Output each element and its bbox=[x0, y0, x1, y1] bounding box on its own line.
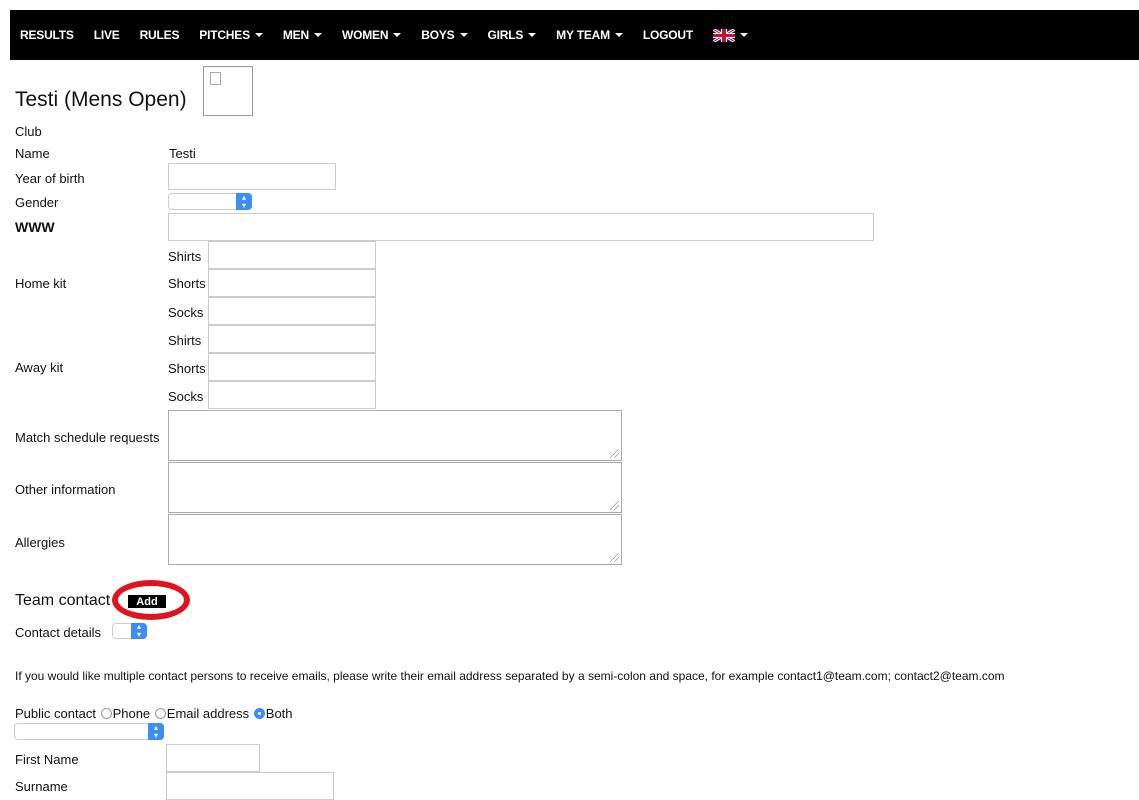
other-information-textarea[interactable] bbox=[168, 462, 622, 513]
away-shirts-label: Shirts bbox=[168, 333, 202, 348]
nav-live[interactable]: LIVE bbox=[94, 28, 120, 42]
public-contact-select[interactable]: ▴ ▾ bbox=[14, 723, 164, 740]
home-shirts-label: Shirts bbox=[168, 249, 202, 264]
www-label: WWW bbox=[15, 219, 55, 235]
surname-input[interactable] bbox=[166, 772, 334, 800]
nav-item-label: RESULTS bbox=[20, 28, 74, 42]
nav-pitches[interactable]: PITCHES bbox=[199, 28, 263, 42]
select-arrows-icon: ▴ ▾ bbox=[148, 723, 164, 740]
away-kit-label: Away kit bbox=[15, 360, 64, 375]
resize-handle-icon[interactable] bbox=[610, 449, 619, 458]
radio-both-label[interactable]: Both bbox=[266, 706, 293, 721]
multiple-contacts-note: If you would like multiple contact perso… bbox=[15, 669, 1005, 683]
home-shorts-input[interactable] bbox=[208, 269, 376, 297]
first-name-label: First Name bbox=[15, 752, 79, 767]
caret-down-icon bbox=[614, 33, 623, 37]
away-shirts-input[interactable] bbox=[208, 325, 376, 353]
nav-item-label: LIVE bbox=[93, 28, 120, 42]
nav-item-label: BOYS bbox=[421, 28, 455, 42]
radio-email[interactable] bbox=[154, 708, 166, 719]
radio-phone-label[interactable]: Phone bbox=[113, 706, 151, 721]
nav-rules[interactable]: RULES bbox=[140, 28, 180, 42]
language-dropdown[interactable] bbox=[713, 28, 749, 42]
home-shorts-label: Shorts bbox=[168, 276, 206, 291]
first-name-input[interactable] bbox=[166, 744, 260, 772]
radio-email-label[interactable]: Email address bbox=[167, 706, 249, 721]
page-title: Testi (Mens Open) bbox=[15, 88, 187, 111]
nav-results[interactable]: RESULTS bbox=[20, 28, 74, 42]
nav-men[interactable]: MEN bbox=[283, 28, 322, 42]
match-schedule-textarea[interactable] bbox=[168, 410, 622, 461]
team-contact-heading: Team contact bbox=[15, 592, 111, 609]
nav-my-team[interactable]: MY TEAM bbox=[556, 28, 623, 42]
allergies-textarea[interactable] bbox=[168, 514, 622, 565]
nav-item-label: PITCHES bbox=[199, 28, 250, 42]
caret-down-icon bbox=[393, 33, 402, 37]
broken-image-icon bbox=[210, 72, 221, 85]
allergies-label: Allergies bbox=[15, 535, 65, 550]
home-socks-input[interactable] bbox=[208, 297, 376, 325]
home-kit-label: Home kit bbox=[15, 276, 67, 291]
year-of-birth-label: Year of birth bbox=[15, 171, 85, 186]
resize-handle-icon[interactable] bbox=[610, 501, 619, 510]
caret-down-icon bbox=[459, 33, 468, 37]
nav-item-label: RULES bbox=[139, 28, 180, 42]
contact-details-select[interactable]: ▴ ▾ bbox=[112, 623, 147, 639]
caret-down-icon bbox=[740, 33, 749, 37]
team-logo-placeholder[interactable] bbox=[203, 66, 253, 116]
top-navbar: RESULTS LIVE RULES PITCHES MEN WOMEN BOYS GIRLS… bbox=[10, 10, 1139, 60]
name-label: Name bbox=[15, 146, 50, 161]
away-socks-input[interactable] bbox=[208, 381, 376, 409]
caret-down-icon bbox=[254, 33, 263, 37]
select-arrows-icon: ▴ ▾ bbox=[236, 193, 252, 210]
select-arrows-icon: ▴ ▾ bbox=[131, 623, 147, 639]
nav-item-label: MEN bbox=[282, 28, 309, 42]
uk-flag-icon bbox=[713, 28, 736, 42]
contact-details-label: Contact details bbox=[15, 625, 101, 640]
surname-label: Surname bbox=[15, 779, 68, 794]
club-label: Club bbox=[15, 124, 42, 139]
other-information-label: Other information bbox=[15, 482, 116, 497]
caret-down-icon bbox=[528, 33, 537, 37]
nav-girls[interactable]: GIRLS bbox=[488, 28, 537, 42]
gender-select[interactable]: ▴ ▾ bbox=[168, 193, 252, 210]
www-input[interactable] bbox=[168, 213, 874, 241]
nav-item-label: MY TEAM bbox=[556, 28, 610, 42]
radio-phone[interactable] bbox=[100, 708, 112, 719]
away-shorts-label: Shorts bbox=[168, 361, 206, 376]
home-socks-label: Socks bbox=[168, 305, 204, 320]
name-value: Testi bbox=[169, 146, 196, 161]
nav-item-label: GIRLS bbox=[487, 28, 524, 42]
home-shirts-input[interactable] bbox=[208, 241, 376, 269]
nav-logout[interactable]: LOGOUT bbox=[643, 28, 693, 42]
nav-women[interactable]: WOMEN bbox=[341, 28, 402, 42]
highlight-ring bbox=[112, 580, 190, 620]
resize-handle-icon[interactable] bbox=[610, 553, 619, 562]
match-schedule-label: Match schedule requests bbox=[15, 430, 160, 445]
public-contact-label: Public contact bbox=[15, 706, 96, 721]
radio-both[interactable] bbox=[253, 708, 265, 719]
nav-item-label: LOGOUT bbox=[642, 28, 694, 42]
gender-label: Gender bbox=[15, 195, 59, 210]
public-contact-row: Public contact Phone Email address Both bbox=[15, 706, 293, 721]
away-shorts-input[interactable] bbox=[208, 353, 376, 381]
caret-down-icon bbox=[313, 33, 322, 37]
nav-item-label: WOMEN bbox=[341, 28, 389, 42]
year-of-birth-input[interactable] bbox=[168, 163, 336, 190]
nav-boys[interactable]: BOYS bbox=[421, 28, 468, 42]
away-socks-label: Socks bbox=[168, 389, 204, 404]
